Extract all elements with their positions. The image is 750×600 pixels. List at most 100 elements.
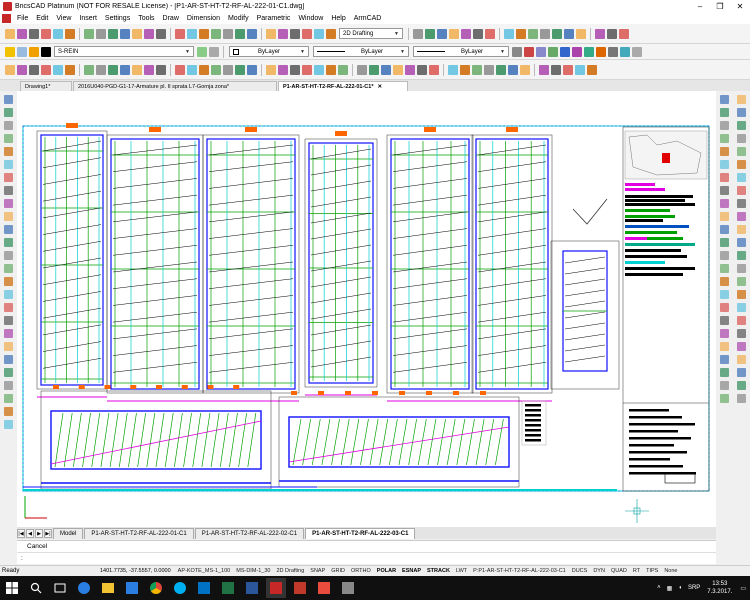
toolbar-tool-icon[interactable] — [449, 28, 459, 39]
side-tool-icon[interactable] — [737, 95, 746, 104]
side-tool-icon[interactable] — [4, 160, 13, 169]
select-icon[interactable] — [560, 46, 570, 57]
side-tool-icon[interactable] — [720, 199, 729, 208]
status-ducs[interactable]: DUCS — [569, 568, 591, 574]
menu-tools[interactable]: Tools — [134, 15, 158, 22]
maximize-button[interactable]: ❐ — [710, 0, 730, 13]
status-tips[interactable]: TIPS — [643, 568, 661, 574]
side-tool-icon[interactable] — [720, 95, 729, 104]
toolbar-tool-icon[interactable] — [211, 64, 221, 75]
toolbar-tool-icon[interactable] — [551, 64, 561, 75]
status-snap[interactable]: SNAP — [307, 568, 328, 574]
toolbar-tool-icon[interactable] — [425, 28, 435, 39]
layer-dropdown[interactable]: S-REIN ▼ — [54, 46, 194, 57]
side-tool-icon[interactable] — [4, 173, 13, 182]
drawing-canvas[interactable] — [17, 91, 716, 527]
lock-icon[interactable] — [29, 46, 39, 57]
toolbar-tool-icon[interactable] — [552, 28, 562, 39]
toolbar-tool-icon[interactable] — [607, 28, 617, 39]
toolbar-tool-icon[interactable] — [235, 28, 245, 39]
status-lwt[interactable]: LWT — [453, 568, 470, 574]
toolbar-tool-icon[interactable] — [144, 28, 154, 39]
side-tool-icon[interactable] — [737, 264, 746, 273]
side-tool-icon[interactable] — [4, 199, 13, 208]
toolbar-tool-icon[interactable] — [472, 64, 482, 75]
doc-tab-active[interactable]: P1-AR-ST-HT-T2-RF-AL-222-01-C1* ✕ — [278, 81, 408, 91]
toolbar-tool-icon[interactable] — [29, 28, 39, 39]
edge-icon[interactable] — [74, 578, 94, 598]
pick-icon[interactable] — [548, 46, 558, 57]
toolbar-tool-icon[interactable] — [485, 28, 495, 39]
match-properties-icon[interactable] — [512, 46, 522, 57]
grid-icon[interactable] — [632, 46, 642, 57]
side-tool-icon[interactable] — [737, 186, 746, 195]
sun-icon[interactable] — [17, 46, 27, 57]
toolbar-tool-icon[interactable] — [563, 64, 573, 75]
print-style-icon[interactable] — [524, 46, 534, 57]
side-tool-icon[interactable] — [737, 342, 746, 351]
toolbar-tool-icon[interactable] — [53, 64, 63, 75]
side-tool-icon[interactable] — [4, 212, 13, 221]
toolbar-tool-icon[interactable] — [278, 28, 288, 39]
side-tool-icon[interactable] — [4, 108, 13, 117]
side-tool-icon[interactable] — [720, 251, 729, 260]
excel-icon[interactable] — [218, 578, 238, 598]
side-tool-icon[interactable] — [737, 368, 746, 377]
layer-manager-icon[interactable] — [197, 46, 207, 57]
layout-tab-02[interactable]: P1-AR-ST-HT-T2-RF-AL-222-02-C1 — [194, 527, 305, 539]
toolbar-tool-icon[interactable] — [393, 64, 403, 75]
side-tool-icon[interactable] — [720, 212, 729, 221]
toolbar-tool-icon[interactable] — [302, 64, 312, 75]
menu-draw[interactable]: Draw — [159, 15, 183, 22]
side-tool-icon[interactable] — [737, 238, 746, 247]
side-tool-icon[interactable] — [4, 329, 13, 338]
side-tool-icon[interactable] — [4, 251, 13, 260]
toolbar-tool-icon[interactable] — [29, 64, 39, 75]
toolbar-tool-icon[interactable] — [357, 64, 367, 75]
toolbar-tool-icon[interactable] — [132, 64, 142, 75]
side-tool-icon[interactable] — [4, 381, 13, 390]
side-tool-icon[interactable] — [737, 225, 746, 234]
toolbar-tool-icon[interactable] — [84, 28, 94, 39]
toolbar-tool-icon[interactable] — [516, 28, 526, 39]
search-icon[interactable] — [26, 578, 46, 598]
toolbar-tool-icon[interactable] — [96, 28, 106, 39]
side-tool-icon[interactable] — [4, 95, 13, 104]
menu-settings[interactable]: Settings — [101, 15, 134, 22]
status-esnap[interactable]: ESNAP — [399, 568, 424, 574]
toolbar-tool-icon[interactable] — [461, 28, 471, 39]
side-tool-icon[interactable] — [720, 394, 729, 403]
toolbar-tool-icon[interactable] — [314, 64, 324, 75]
side-tool-icon[interactable] — [720, 134, 729, 143]
toolbar-tool-icon[interactable] — [429, 64, 439, 75]
filter-icon[interactable] — [584, 46, 594, 57]
side-tool-icon[interactable] — [737, 147, 746, 156]
status-workspace[interactable]: 2D Drafting — [273, 568, 307, 574]
clock[interactable]: 13:53 7.3.2017. — [707, 580, 732, 596]
layer-color-icon[interactable] — [41, 46, 51, 57]
word-icon[interactable] — [242, 578, 262, 598]
side-tool-icon[interactable] — [720, 329, 729, 338]
status-none[interactable]: None — [661, 568, 680, 574]
layer-previous-icon[interactable] — [209, 46, 219, 57]
menu-window[interactable]: Window — [294, 15, 327, 22]
toolbar-tool-icon[interactable] — [278, 64, 288, 75]
side-tool-icon[interactable] — [737, 212, 746, 221]
toolbar-tool-icon[interactable] — [96, 64, 106, 75]
toolbar-tool-icon[interactable] — [484, 64, 494, 75]
status-polar[interactable]: POLAR — [374, 568, 399, 574]
bricscad-taskbar-icon[interactable] — [266, 578, 286, 598]
toolbar-tool-icon[interactable] — [496, 64, 506, 75]
side-tool-icon[interactable] — [720, 160, 729, 169]
doc-tab-drawing1[interactable]: Drawing1* — [20, 81, 72, 91]
status-strack[interactable]: STRACK — [424, 568, 453, 574]
toolbar-tool-icon[interactable] — [460, 64, 470, 75]
toolbar-tool-icon[interactable] — [405, 64, 415, 75]
side-tool-icon[interactable] — [4, 277, 13, 286]
linetype-dropdown[interactable]: ByLayer ▼ — [313, 46, 409, 57]
side-tool-icon[interactable] — [720, 186, 729, 195]
toolbar-tool-icon[interactable] — [156, 64, 166, 75]
menu-insert[interactable]: Insert — [75, 15, 101, 22]
toolbar-tool-icon[interactable] — [41, 28, 51, 39]
side-tool-icon[interactable] — [737, 121, 746, 130]
